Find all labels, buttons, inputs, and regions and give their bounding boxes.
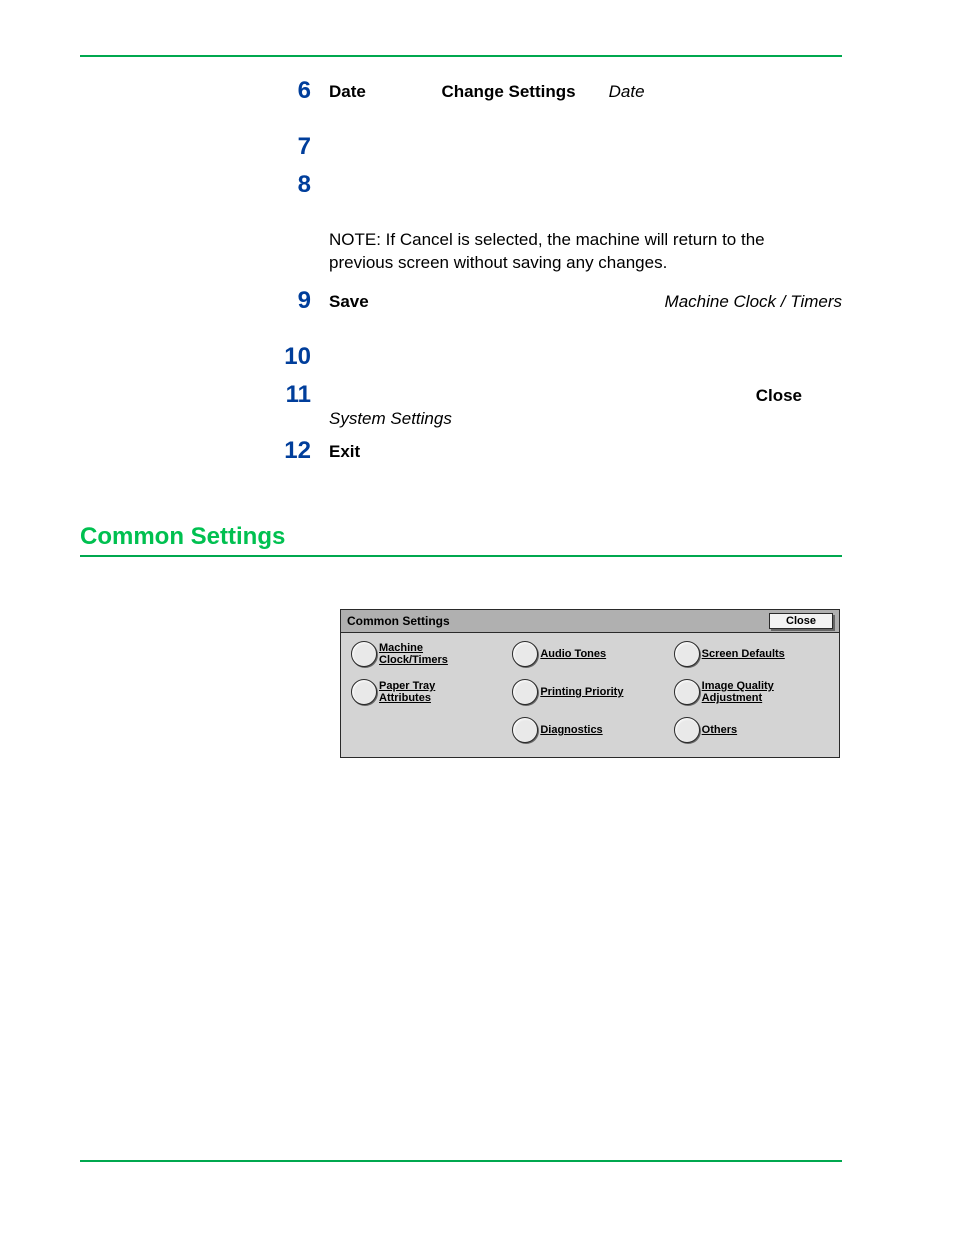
radio-icon — [351, 679, 377, 705]
step-number: 10 — [265, 343, 311, 371]
section-divider — [80, 555, 842, 557]
label-save: Save — [329, 291, 369, 314]
step-number: 7 — [265, 133, 311, 161]
step-body — [329, 343, 842, 347]
label-machine-clock-timers: Machine Clock / Timers — [665, 291, 842, 314]
step-body: Exit — [329, 437, 842, 464]
label-system-settings: System Settings — [329, 408, 842, 431]
step-6: 6 Date Change Settings Date — [265, 77, 842, 115]
common-settings-panel: Common Settings Close Machine Clock/Time… — [340, 609, 840, 758]
step-body — [329, 133, 842, 137]
option-label: Image Quality Adjustment — [702, 680, 812, 704]
bottom-divider — [80, 1160, 842, 1162]
panel-titlebar: Common Settings Close — [341, 610, 839, 633]
radio-icon — [674, 641, 700, 667]
common-settings-panel-wrap: Common Settings Close Machine Clock/Time… — [340, 609, 840, 758]
note-lead: NOTE: — [329, 230, 381, 249]
panel-close-button[interactable]: Close — [769, 613, 833, 629]
option-paper-tray-attributes[interactable]: Paper Tray Attributes — [351, 679, 506, 705]
step-number: 8 — [265, 171, 311, 199]
note-block: NOTE: If Cancel is selected, the machine… — [329, 219, 842, 287]
step-number: 6 — [265, 77, 311, 105]
step-7: 7 — [265, 133, 842, 171]
step-10: 10 — [265, 343, 842, 381]
step-number: 11 — [265, 381, 311, 409]
option-screen-defaults[interactable]: Screen Defaults — [674, 641, 829, 667]
option-label: Printing Priority — [540, 686, 623, 698]
option-machine-clock-timers[interactable]: Machine Clock/Timers — [351, 641, 506, 667]
option-image-quality-adjustment[interactable]: Image Quality Adjustment — [674, 679, 829, 705]
note-pre: If — [381, 230, 400, 249]
step-number: 9 — [265, 287, 311, 315]
option-label: Screen Defaults — [702, 648, 785, 660]
radio-icon — [674, 679, 700, 705]
radio-icon — [512, 717, 538, 743]
step-list: 6 Date Change Settings Date 7 8 NOTE: If… — [265, 77, 842, 475]
option-label: Machine Clock/Timers — [379, 642, 489, 666]
step-8: 8 — [265, 171, 842, 209]
option-label: Others — [702, 724, 737, 736]
option-diagnostics[interactable]: Diagnostics — [512, 717, 667, 743]
note-bold: Cancel — [400, 230, 453, 249]
option-label: Paper Tray Attributes — [379, 680, 489, 704]
option-label: Diagnostics — [540, 724, 602, 736]
label-change-settings: Change Settings — [441, 82, 575, 101]
step-body: Close System Settings — [329, 381, 842, 431]
option-others[interactable]: Others — [674, 717, 829, 743]
step-11: 11 Close System Settings — [265, 381, 842, 431]
step-body — [329, 171, 842, 175]
page-content: 6 Date Change Settings Date 7 8 NOTE: If… — [80, 55, 842, 758]
section-heading: Common Settings — [80, 523, 842, 551]
label-close: Close — [756, 386, 802, 405]
option-label: Audio Tones — [540, 648, 606, 660]
radio-icon — [674, 717, 700, 743]
top-divider — [80, 55, 842, 57]
panel-body: Machine Clock/Timers Audio Tones Screen … — [341, 633, 839, 757]
radio-icon — [512, 679, 538, 705]
label-date: Date — [329, 82, 366, 101]
radio-icon — [512, 641, 538, 667]
panel-title-text: Common Settings — [347, 614, 450, 628]
option-printing-priority[interactable]: Printing Priority — [512, 679, 667, 705]
step-9: 9 Save Machine Clock / Timers — [265, 287, 842, 325]
step-body: Save Machine Clock / Timers — [329, 287, 842, 314]
option-audio-tones[interactable]: Audio Tones — [512, 641, 667, 667]
radio-icon — [351, 641, 377, 667]
step-12: 12 Exit — [265, 437, 842, 475]
label-date-italic: Date — [609, 82, 645, 101]
step-number: 12 — [265, 437, 311, 465]
step-body: Date Change Settings Date — [329, 77, 842, 104]
label-exit: Exit — [329, 442, 360, 461]
